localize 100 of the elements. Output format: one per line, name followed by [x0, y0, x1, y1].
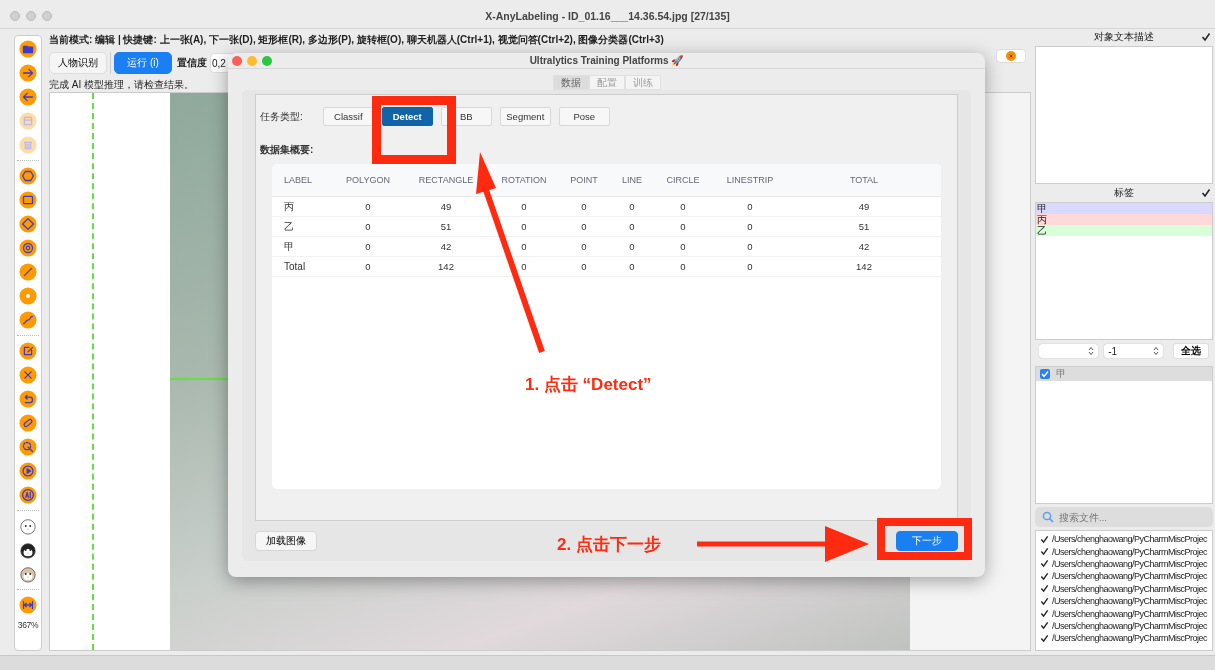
dialog-title: Ultralytics Training Platforms 🚀 [529, 55, 684, 66]
mode-shortcuts-text: 当前模式: 编辑 | 快捷键: 上一张(A), 下一张(D), 矩形框(R), 多边形(P), 旋转框(O), 聊天机器人(Ctrl+1), 视觉问答(Ctrl+2), 图像分类器(Ctrl+3) [49, 33, 665, 47]
table-cell-text: 0 [679, 241, 687, 252]
table-cell-text: 0 [746, 221, 754, 232]
table-cell-text: 51 [857, 221, 871, 232]
checkbox[interactable] [1201, 188, 1211, 198]
label-item[interactable]: 乙 [1036, 225, 1212, 236]
line-tool-icon[interactable] [19, 263, 37, 281]
play-tool-icon[interactable] [19, 462, 37, 480]
table-cell-text: 0 [746, 241, 754, 252]
table-cell-text: 0 [580, 221, 588, 232]
column-header: LINE [621, 175, 643, 185]
file-item[interactable]: /Users/chenghaowang/PyCharmMiscProjec [1036, 545, 1212, 558]
panel-title: 标签 [1114, 187, 1134, 199]
ai-tool-icon[interactable] [19, 486, 37, 504]
annotation-text: 2. 点击下一步 [557, 534, 661, 556]
window-close-button[interactable] [232, 55, 242, 66]
checkbox[interactable] [1040, 534, 1049, 544]
select-all-button[interactable]: 全选 [1173, 343, 1209, 359]
rectangle-tool-icon[interactable] [19, 191, 37, 209]
file-item[interactable]: /Users/chenghaowang/PyCharmMiscProjec [1036, 594, 1212, 608]
checkbox[interactable] [1040, 547, 1049, 557]
table-cell-text: 0 [364, 221, 372, 232]
table-cell-text: 42 [439, 241, 453, 252]
checkbox[interactable] [1040, 609, 1049, 619]
table-cell-text: 142 [437, 261, 455, 272]
prev-tool-icon[interactable] [19, 88, 37, 106]
checkbox[interactable] [1040, 633, 1049, 643]
table-cell-text: 0 [520, 201, 528, 212]
checkbox[interactable] [1040, 571, 1049, 581]
shape-item[interactable]: 甲 [1036, 367, 1212, 381]
group-id-spinbox[interactable]: -1 [1104, 344, 1164, 358]
undo-tool-icon[interactable] [19, 390, 37, 408]
column-header: POINT [569, 175, 599, 185]
file-item[interactable]: /Users/chenghaowang/PyCharmMiscProjec [1036, 607, 1212, 620]
table-cell-text: 0 [679, 201, 687, 212]
file-item[interactable]: /Users/chenghaowang/PyCharmMiscProjec [1036, 557, 1212, 571]
label-item[interactable]: 甲 [1036, 203, 1212, 214]
file-item[interactable]: /Users/chenghaowang/PyCharmMiscProjec [1036, 582, 1212, 595]
file-item[interactable]: /Users/chenghaowang/PyCharmMiscProjec [1036, 619, 1212, 633]
hexagon-tool-icon[interactable] [19, 167, 37, 185]
checkbox[interactable] [1040, 559, 1049, 569]
chick-tool-icon[interactable] [19, 517, 37, 535]
task-type-button[interactable]: Classif [322, 107, 374, 126]
load-images-button[interactable]: 加载图像 [255, 531, 317, 551]
cat-tool-icon[interactable] [19, 565, 37, 583]
description-field[interactable] [1035, 46, 1213, 184]
table-cell-text: 0 [746, 201, 754, 212]
file-item[interactable]: /Users/chenghaowang/PyCharmMiscProjec [1036, 632, 1212, 645]
table-cell-text: 49 [439, 201, 453, 212]
task-type-label: 任务类型: [260, 109, 303, 124]
folder-tool-icon[interactable] [19, 40, 37, 58]
model-button[interactable]: 人物识别 [49, 52, 107, 74]
next-tool-icon[interactable] [19, 64, 37, 82]
run-button[interactable]: 运行 (i) [114, 52, 172, 74]
stepper-arrows-icon[interactable] [1153, 346, 1160, 356]
column-header: RECTANGLE [417, 175, 475, 185]
zoom-level: 367% [17, 620, 39, 630]
table-cell-text: 0 [520, 241, 528, 252]
table-cell-text: 0 [580, 241, 588, 252]
table-cell-text: 0 [628, 221, 636, 232]
table-cell-text: 0 [746, 261, 754, 272]
cursor-tool-icon[interactable] [19, 438, 37, 456]
link-tool-icon[interactable] [19, 414, 37, 432]
tab[interactable]: 数据 [552, 75, 589, 90]
task-type-button[interactable]: Detect [381, 107, 433, 126]
column-header: LABEL [283, 175, 314, 185]
task-type-button[interactable]: Segment [499, 107, 551, 126]
label-item[interactable]: 丙 [1036, 214, 1212, 225]
diamond-tool-icon[interactable] [19, 215, 37, 233]
file-item[interactable]: /Users/chenghaowang/PyCharmMiscProjec [1036, 533, 1212, 546]
status-text: 完成 AI 模型推理，请检查结果。 [49, 78, 194, 90]
close-tool-icon[interactable] [19, 366, 37, 384]
table-cell-text: 甲 [283, 239, 295, 254]
checkbox[interactable] [1040, 621, 1049, 631]
table-cell-text: 0 [628, 241, 636, 252]
edit-tool-icon[interactable] [19, 342, 37, 360]
table-cell-text: 乙 [283, 219, 295, 234]
window-title: X-AnyLabeling - ID_01.16___14.36.54.jpg [27/135] [485, 10, 730, 22]
next-button[interactable]: 下一步 [896, 531, 958, 551]
checkbox[interactable] [1201, 32, 1211, 42]
file-search-field[interactable]: 搜索文件... [1035, 507, 1213, 527]
table-cell-text: Total [283, 261, 307, 272]
checkbox[interactable] [1040, 584, 1049, 594]
checkbox[interactable] [1040, 596, 1049, 606]
table-cell-text: 丙 [283, 199, 295, 214]
file-item[interactable]: /Users/chenghaowang/PyCharmMiscProjec [1036, 570, 1212, 583]
fit-tool-icon[interactable] [19, 596, 37, 614]
column-header: ROTATION [500, 175, 548, 185]
table-cell-text: 0 [520, 221, 528, 232]
table-cell-text: 0 [679, 221, 687, 232]
table-cell-text: 49 [857, 201, 871, 212]
dog-tool-icon[interactable] [19, 541, 37, 559]
table-cell-text: 42 [857, 241, 871, 252]
column-header: CIRCLE [665, 175, 701, 185]
linestrip-tool-icon[interactable] [19, 311, 37, 329]
stepper-arrows-icon[interactable] [1088, 346, 1095, 356]
task-type-button[interactable]: Pose [558, 107, 610, 126]
table-cell-text: 0 [364, 201, 372, 212]
circle-tool-icon[interactable] [19, 239, 37, 257]
